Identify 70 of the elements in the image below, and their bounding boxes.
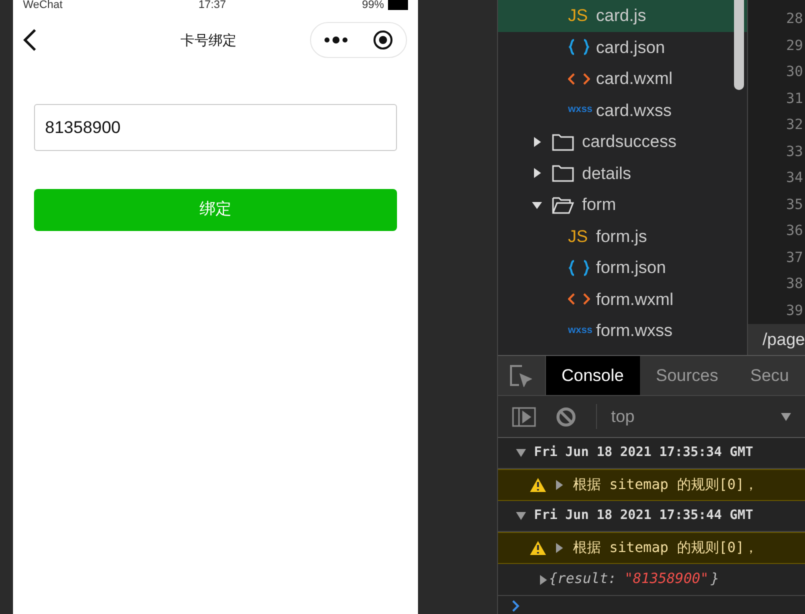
- line-number: 29: [786, 36, 803, 56]
- file-row[interactable]: JS form.js: [498, 220, 748, 252]
- object-key: {result:: [549, 569, 616, 590]
- line-number: 30: [786, 63, 803, 82]
- scrollbar-thumb[interactable]: [734, 0, 744, 90]
- line-number: 39: [786, 302, 803, 320]
- editor-tab[interactable]: /page: [748, 324, 805, 355]
- warning-icon: [530, 478, 546, 492]
- file-row[interactable]: form.wxml: [498, 284, 748, 315]
- card-number-field[interactable]: 81358900: [34, 104, 397, 151]
- caret-right-icon[interactable]: [540, 574, 547, 584]
- line-number: 33: [786, 142, 803, 162]
- devtools-tab[interactable]: Console: [546, 356, 640, 395]
- folder-icon: [552, 132, 574, 151]
- file-row[interactable]: wxss card.wxss: [498, 94, 748, 126]
- caret-down-icon[interactable]: [516, 449, 526, 457]
- inspect-icon[interactable]: [510, 364, 532, 386]
- folder-row[interactable]: details: [498, 158, 748, 189]
- more-icon[interactable]: [324, 36, 348, 44]
- line-number: 37: [786, 248, 803, 268]
- prompt-chevron-icon: [512, 600, 520, 612]
- sidebar-toggle-icon[interactable]: [512, 406, 536, 426]
- line-number: 35: [786, 196, 803, 214]
- js-file-icon: JS: [568, 7, 596, 24]
- file-row[interactable]: card.json: [498, 32, 748, 63]
- wxss-file-icon: wxss: [568, 105, 596, 116]
- file-row[interactable]: form.json: [498, 252, 748, 284]
- line-number: 36: [786, 222, 803, 241]
- warning-message: 根据 sitemap 的规则[0]，: [498, 532, 805, 564]
- braces-icon: [568, 258, 590, 277]
- folder-row[interactable]: form: [498, 189, 748, 220]
- warning-message: 根据 sitemap 的规则[0]，: [498, 469, 805, 501]
- log-group-header: Fri Jun 18 2021 17:35:44 GMT: [534, 507, 754, 526]
- caret-right-icon[interactable]: [556, 480, 563, 490]
- battery-percent: 99%: [362, 0, 384, 11]
- clear-block-icon[interactable]: [556, 406, 576, 426]
- file-row[interactable]: JS card.js: [498, 0, 748, 32]
- line-number: 34: [786, 169, 803, 188]
- battery-icon: [388, 0, 408, 10]
- folder-icon: [552, 196, 574, 214]
- braces-icon: [568, 38, 590, 56]
- object-close-brace: }: [710, 570, 720, 589]
- clock: 17:37: [198, 0, 226, 11]
- line-number: 28: [786, 10, 803, 29]
- caret-down-icon[interactable]: [532, 200, 542, 210]
- close-target-icon[interactable]: [373, 30, 394, 50]
- warning-icon: [530, 541, 546, 555]
- wxss-file-icon: wxss: [568, 326, 596, 336]
- caret-down-icon[interactable]: [516, 512, 526, 520]
- js-file-icon: JS: [568, 228, 596, 245]
- caret-right-icon[interactable]: [532, 168, 542, 178]
- line-number: 38: [786, 275, 803, 294]
- devtools-tab[interactable]: Sources: [640, 356, 734, 395]
- caret-right-icon[interactable]: [532, 136, 542, 147]
- object-value: "81358900": [624, 570, 709, 589]
- folder-row[interactable]: cardsuccess: [498, 126, 748, 158]
- devtools-tab[interactable]: Secu: [734, 356, 805, 395]
- caret-right-icon[interactable]: [556, 543, 563, 553]
- file-row[interactable]: wxss form.wxss: [498, 315, 748, 346]
- carrier-label: WeChat: [23, 0, 63, 11]
- page-title: 卡号绑定: [180, 30, 238, 50]
- log-group-header: Fri Jun 18 2021 17:35:34 GMT: [534, 444, 754, 462]
- angle-brackets-icon: [568, 72, 590, 85]
- line-number: 31: [786, 90, 803, 108]
- folder-icon: [552, 164, 574, 182]
- back-icon[interactable]: [23, 29, 37, 51]
- angle-brackets-icon: [568, 293, 590, 306]
- dropdown-caret-icon[interactable]: [781, 412, 791, 420]
- file-row[interactable]: card.wxml: [498, 63, 748, 94]
- line-number: 32: [786, 116, 803, 135]
